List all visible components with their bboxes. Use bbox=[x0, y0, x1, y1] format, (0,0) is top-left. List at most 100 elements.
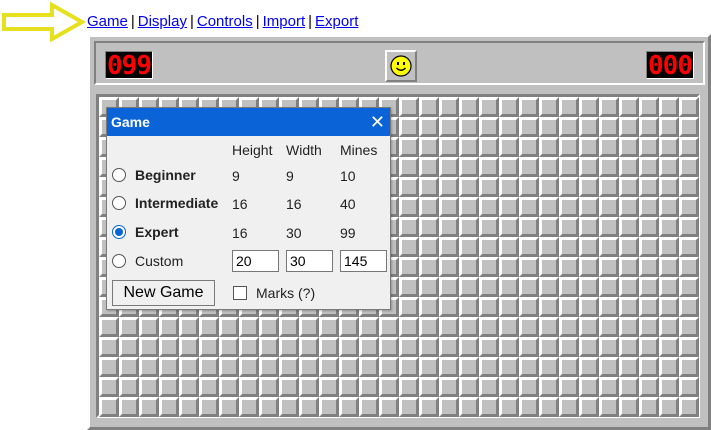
mine-cell[interactable] bbox=[199, 377, 219, 397]
mine-cell[interactable] bbox=[679, 237, 699, 257]
mine-cell[interactable] bbox=[139, 377, 159, 397]
mine-cell[interactable] bbox=[679, 337, 699, 357]
mine-cell[interactable] bbox=[419, 317, 439, 337]
mine-cell[interactable] bbox=[159, 377, 179, 397]
mine-cell[interactable] bbox=[419, 357, 439, 377]
mine-cell[interactable] bbox=[479, 297, 499, 317]
mine-cell[interactable] bbox=[579, 317, 599, 337]
mine-cell[interactable] bbox=[539, 277, 559, 297]
mine-cell[interactable] bbox=[419, 337, 439, 357]
mine-cell[interactable] bbox=[659, 277, 679, 297]
mine-cell[interactable] bbox=[439, 237, 459, 257]
mine-cell[interactable] bbox=[539, 377, 559, 397]
mine-cell[interactable] bbox=[159, 357, 179, 377]
mine-cell[interactable] bbox=[199, 357, 219, 377]
mine-cell[interactable] bbox=[419, 117, 439, 137]
mine-cell[interactable] bbox=[479, 197, 499, 217]
mine-cell[interactable] bbox=[459, 277, 479, 297]
mine-cell[interactable] bbox=[619, 97, 639, 117]
mine-cell[interactable] bbox=[599, 397, 619, 417]
custom-height-input[interactable] bbox=[232, 250, 279, 272]
mine-cell[interactable] bbox=[99, 377, 119, 397]
mine-cell[interactable] bbox=[479, 277, 499, 297]
mine-cell[interactable] bbox=[419, 97, 439, 117]
mine-cell[interactable] bbox=[619, 337, 639, 357]
level-row-custom[interactable]: Custom bbox=[107, 249, 390, 275]
intermediate-radio[interactable] bbox=[112, 196, 126, 210]
mine-cell[interactable] bbox=[439, 217, 459, 237]
mine-cell[interactable] bbox=[459, 117, 479, 137]
mine-cell[interactable] bbox=[419, 197, 439, 217]
mine-cell[interactable] bbox=[119, 357, 139, 377]
mine-cell[interactable] bbox=[659, 397, 679, 417]
mine-cell[interactable] bbox=[419, 277, 439, 297]
mine-cell[interactable] bbox=[579, 157, 599, 177]
mine-cell[interactable] bbox=[499, 117, 519, 137]
mine-cell[interactable] bbox=[459, 317, 479, 337]
mine-cell[interactable] bbox=[559, 277, 579, 297]
mine-cell[interactable] bbox=[259, 397, 279, 417]
mine-cell[interactable] bbox=[479, 117, 499, 137]
mine-cell[interactable] bbox=[559, 217, 579, 237]
mine-cell[interactable] bbox=[599, 297, 619, 317]
mine-cell[interactable] bbox=[659, 297, 679, 317]
mine-cell[interactable] bbox=[99, 317, 119, 337]
mine-cell[interactable] bbox=[359, 357, 379, 377]
mine-cell[interactable] bbox=[639, 217, 659, 237]
mine-cell[interactable] bbox=[539, 137, 559, 157]
mine-cell[interactable] bbox=[439, 137, 459, 157]
mine-cell[interactable] bbox=[279, 357, 299, 377]
mine-cell[interactable] bbox=[439, 117, 459, 137]
mine-cell[interactable] bbox=[559, 397, 579, 417]
mine-cell[interactable] bbox=[659, 157, 679, 177]
mine-cell[interactable] bbox=[519, 97, 539, 117]
mine-cell[interactable] bbox=[399, 257, 419, 277]
mine-cell[interactable] bbox=[499, 297, 519, 317]
mine-cell[interactable] bbox=[519, 357, 539, 377]
mine-cell[interactable] bbox=[539, 337, 559, 357]
mine-cell[interactable] bbox=[159, 317, 179, 337]
mine-cell[interactable] bbox=[379, 357, 399, 377]
mine-cell[interactable] bbox=[399, 377, 419, 397]
mine-cell[interactable] bbox=[619, 377, 639, 397]
mine-cell[interactable] bbox=[579, 217, 599, 237]
mine-cell[interactable] bbox=[559, 297, 579, 317]
mine-cell[interactable] bbox=[299, 337, 319, 357]
mine-cell[interactable] bbox=[539, 97, 559, 117]
mine-cell[interactable] bbox=[359, 337, 379, 357]
mine-cell[interactable] bbox=[519, 297, 539, 317]
mine-cell[interactable] bbox=[619, 317, 639, 337]
mine-cell[interactable] bbox=[259, 337, 279, 357]
mine-cell[interactable] bbox=[479, 157, 499, 177]
mine-cell[interactable] bbox=[639, 297, 659, 317]
mine-cell[interactable] bbox=[339, 357, 359, 377]
mine-cell[interactable] bbox=[659, 257, 679, 277]
mine-cell[interactable] bbox=[459, 217, 479, 237]
mine-cell[interactable] bbox=[479, 357, 499, 377]
mine-cell[interactable] bbox=[379, 317, 399, 337]
mine-cell[interactable] bbox=[239, 317, 259, 337]
mine-cell[interactable] bbox=[519, 317, 539, 337]
mine-cell[interactable] bbox=[639, 337, 659, 357]
mine-cell[interactable] bbox=[399, 337, 419, 357]
mine-cell[interactable] bbox=[319, 357, 339, 377]
mine-cell[interactable] bbox=[499, 257, 519, 277]
mine-cell[interactable] bbox=[679, 97, 699, 117]
mine-cell[interactable] bbox=[459, 357, 479, 377]
mine-cell[interactable] bbox=[419, 297, 439, 317]
mine-cell[interactable] bbox=[659, 137, 679, 157]
mine-cell[interactable] bbox=[599, 197, 619, 217]
mine-cell[interactable] bbox=[559, 137, 579, 157]
mine-cell[interactable] bbox=[299, 397, 319, 417]
mine-cell[interactable] bbox=[579, 97, 599, 117]
mine-cell[interactable] bbox=[519, 237, 539, 257]
mine-cell[interactable] bbox=[519, 377, 539, 397]
mine-cell[interactable] bbox=[139, 337, 159, 357]
mine-cell[interactable] bbox=[599, 157, 619, 177]
mine-cell[interactable] bbox=[679, 317, 699, 337]
mine-cell[interactable] bbox=[219, 397, 239, 417]
mine-cell[interactable] bbox=[219, 357, 239, 377]
mine-cell[interactable] bbox=[319, 377, 339, 397]
mine-cell[interactable] bbox=[219, 377, 239, 397]
mine-cell[interactable] bbox=[539, 397, 559, 417]
